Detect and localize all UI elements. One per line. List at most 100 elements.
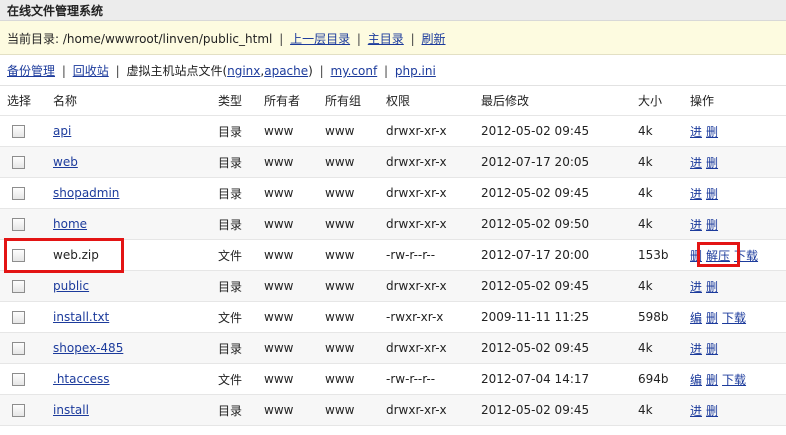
row-permission: -rwxr-xr-x [386,301,481,333]
row-checkbox[interactable] [12,249,25,262]
row-checkbox[interactable] [12,187,25,200]
row-select-cell [0,332,53,364]
row-checkbox[interactable] [12,280,25,293]
file-table: 选择 名称 类型 所有者 所有组 权限 最后修改 大小 操作 api 目录 www w… [0,86,786,426]
row-type: 文件 [218,301,264,333]
parent-dir-link[interactable]: 上一层目录 [290,32,350,46]
refresh-link[interactable]: 刷新 [422,32,446,46]
row-owner: www [264,239,325,271]
extract-link[interactable]: 解压 [706,249,730,263]
row-name-cell: install [53,394,218,426]
delete-link[interactable]: 删 [706,218,718,232]
recycle-bin-link[interactable]: 回收站 [73,64,109,78]
row-modified: 2012-05-02 09:45 [481,332,638,364]
row-group: www [325,146,386,178]
row-actions-cell: 编删下载 [690,301,786,333]
row-modified: 2012-05-02 09:45 [481,394,638,426]
row-group: www [325,332,386,364]
row-checkbox[interactable] [12,156,25,169]
table-row: public 目录 www www drwxr-xr-x 2012-05-02 09:45… [0,270,786,302]
apache-link[interactable]: apache [264,64,308,78]
edit-link[interactable]: 编 [690,311,702,325]
row-type: 目录 [218,115,264,147]
delete-link[interactable]: 删 [706,156,718,170]
file-name-link[interactable]: public [53,279,89,293]
enter-link[interactable]: 进 [690,218,702,232]
delete-link[interactable]: 删 [706,311,718,325]
file-name-link[interactable]: install [53,403,89,417]
row-select-cell [0,239,53,271]
row-size: 4k [638,208,690,240]
enter-link[interactable]: 进 [690,125,702,139]
phpini-link[interactable]: php.ini [395,64,436,78]
row-group: www [325,115,386,147]
row-name-cell: api [53,115,218,147]
delete-link[interactable]: 删 [706,280,718,294]
row-permission: drwxr-xr-x [386,270,481,302]
delete-link[interactable]: 删 [706,404,718,418]
col-select: 选择 [0,86,53,116]
row-checkbox[interactable] [12,373,25,386]
row-checkbox[interactable] [12,342,25,355]
row-name-cell: shopadmin [53,177,218,209]
row-size: 4k [638,332,690,364]
row-modified: 2012-05-02 09:45 [481,115,638,147]
delete-link[interactable]: 删 [706,342,718,356]
row-group: www [325,394,386,426]
file-name-link[interactable]: web.zip [53,248,99,262]
delete-link[interactable]: 删 [706,187,718,201]
row-modified: 2012-05-02 09:50 [481,208,638,240]
row-checkbox[interactable] [12,404,25,417]
download-link[interactable]: 下载 [722,311,746,325]
backup-link[interactable]: 备份管理 [7,64,55,78]
row-modified: 2012-07-17 20:00 [481,239,638,271]
row-checkbox[interactable] [12,125,25,138]
row-checkbox[interactable] [12,311,25,324]
row-name-cell: home [53,208,218,240]
row-owner: www [264,332,325,364]
row-type: 目录 [218,270,264,302]
enter-link[interactable]: 进 [690,187,702,201]
table-row: shopadmin 目录 www www drwxr-xr-x 2012-05-02 09… [0,177,786,209]
nginx-link[interactable]: nginx [227,64,260,78]
col-permission: 权限 [386,86,481,116]
file-name-link[interactable]: api [53,124,71,138]
row-type: 文件 [218,363,264,395]
row-owner: www [264,115,325,147]
row-group: www [325,208,386,240]
delete-link[interactable]: 删 [706,125,718,139]
col-modified: 最后修改 [481,86,638,116]
app-title: 在线文件管理系统 [7,4,104,18]
download-link[interactable]: 下载 [722,373,746,387]
enter-link[interactable]: 进 [690,156,702,170]
app-title-bar: 在线文件管理系统 [0,0,786,21]
home-dir-link[interactable]: 主目录 [368,32,404,46]
file-name-link[interactable]: install.txt [53,310,109,324]
enter-link[interactable]: 进 [690,342,702,356]
file-name-link[interactable]: .htaccess [53,372,110,386]
file-name-link[interactable]: shopadmin [53,186,119,200]
file-name-link[interactable]: web [53,155,78,169]
row-select-cell [0,146,53,178]
file-name-link[interactable]: shopex-485 [53,341,123,355]
delete-link[interactable]: 删 [706,373,718,387]
edit-link[interactable]: 编 [690,373,702,387]
row-type: 目录 [218,146,264,178]
row-actions-cell: 删解压 下载 [690,239,786,271]
row-owner: www [264,301,325,333]
row-size: 4k [638,394,690,426]
row-actions-cell: 进删 [690,394,786,426]
download-link[interactable]: 下载 [734,249,758,263]
enter-link[interactable]: 进 [690,280,702,294]
row-owner: www [264,146,325,178]
table-row: install 目录 www www drwxr-xr-x 2012-05-02 09:4… [0,394,786,426]
row-modified: 2012-07-17 20:05 [481,146,638,178]
delete-link[interactable]: 删 [690,249,702,263]
row-checkbox[interactable] [12,218,25,231]
row-modified: 2012-05-02 09:45 [481,177,638,209]
myconf-link[interactable]: my.conf [331,64,378,78]
row-group: www [325,301,386,333]
file-name-link[interactable]: home [53,217,87,231]
enter-link[interactable]: 进 [690,404,702,418]
row-name-cell: install.txt [53,301,218,333]
